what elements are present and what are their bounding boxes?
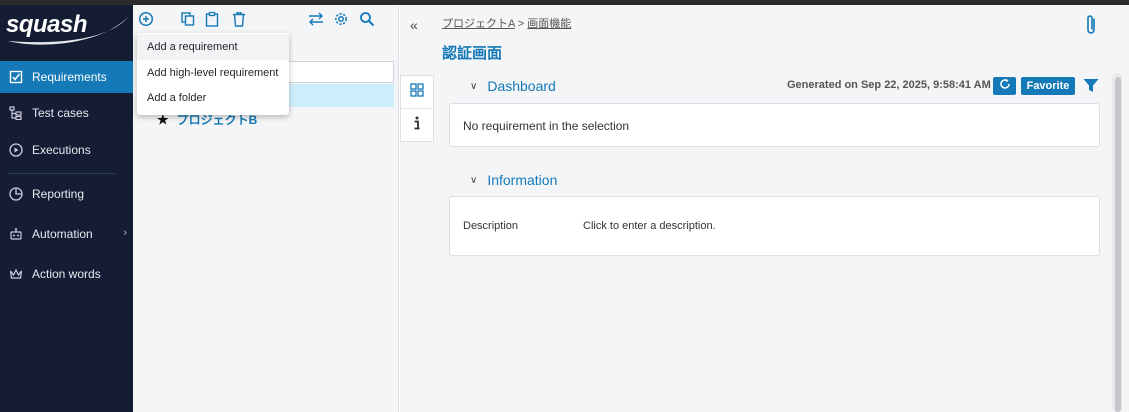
dashboard-title: Dashboard — [487, 78, 556, 94]
view-tabs — [400, 75, 434, 142]
trash-icon[interactable] — [231, 11, 247, 32]
sidebar-item-label: Requirements — [32, 70, 107, 84]
double-chevron-left-icon[interactable]: « — [410, 17, 418, 33]
sidebar-item-label: Reporting — [32, 187, 85, 201]
sidebar-item-label: Executions — [32, 143, 91, 157]
information-title: Information — [487, 172, 558, 188]
refresh-icon — [999, 77, 1011, 95]
breadcrumb-folder[interactable]: 画面機能 — [527, 18, 571, 30]
menu-item-add-high-level-requirement[interactable]: Add high-level requirement — [137, 60, 289, 86]
robot-icon — [0, 227, 32, 241]
sidebar-item-action-words[interactable]: Action words — [0, 258, 133, 290]
dashboard-card: No requirement in the selection — [449, 103, 1100, 147]
page-title: 認証画面 — [442, 45, 503, 62]
settings-icon[interactable] — [333, 11, 349, 32]
empty-selection-message: No requirement in the selection — [463, 119, 630, 133]
sidebar-item-automation[interactable]: Automation › — [0, 218, 133, 250]
scrollbar-thumb[interactable] — [1115, 77, 1121, 412]
sidebar-divider — [8, 173, 116, 174]
main-sidebar: squash Requirements Test cases Execution… — [0, 5, 133, 412]
pie-chart-icon — [0, 187, 32, 201]
sidebar-item-label: Automation — [32, 227, 93, 241]
sidebar-item-requirements[interactable]: Requirements — [0, 61, 133, 93]
paperclip-icon[interactable] — [1085, 13, 1099, 42]
information-card: Description Click to enter a description… — [449, 196, 1100, 256]
tab-information[interactable] — [401, 109, 433, 142]
grid-icon — [410, 82, 424, 102]
sidebar-item-label: Action words — [32, 267, 101, 281]
play-circle-icon — [0, 143, 32, 157]
chevron-down-icon: ∨ — [470, 174, 478, 186]
sidebar-item-reporting[interactable]: Reporting — [0, 178, 133, 210]
add-circle-icon[interactable] — [138, 11, 154, 32]
chevron-down-icon: ∨ — [470, 80, 478, 92]
breadcrumb: プロジェクトA > 画面機能 — [442, 15, 571, 31]
breadcrumb-separator: > — [514, 18, 528, 30]
menu-item-add-requirement[interactable]: Add a requirement — [137, 34, 289, 60]
crown-icon — [0, 267, 32, 281]
refresh-button[interactable] — [993, 77, 1016, 95]
copy-icon[interactable] — [180, 11, 196, 32]
paste-icon[interactable] — [204, 11, 220, 32]
favorite-button[interactable]: Favorite — [1021, 77, 1075, 95]
breadcrumb-project[interactable]: プロジェクトA — [442, 18, 515, 30]
sidebar-item-test-cases[interactable]: Test cases — [0, 97, 133, 129]
checkbox-icon — [0, 70, 32, 84]
tab-dashboard[interactable] — [401, 76, 433, 109]
sidebar-item-executions[interactable]: Executions — [0, 134, 133, 166]
menu-item-add-folder[interactable]: Add a folder — [137, 85, 289, 111]
description-label: Description — [463, 220, 519, 232]
information-section-header[interactable]: ∨ Information — [470, 172, 557, 188]
search-icon[interactable] — [359, 11, 375, 32]
transfer-icon[interactable] — [307, 11, 325, 32]
filter-icon[interactable] — [1083, 78, 1099, 98]
info-icon — [413, 116, 421, 135]
chevron-right-icon: › — [123, 227, 127, 239]
add-menu-dropdown: Add a requirement Add high-level require… — [137, 33, 289, 115]
description-field[interactable]: Click to enter a description. — [583, 220, 716, 232]
requirement-detail-panel: « プロジェクトA > 画面機能 認証画面 ∨ Dashboard Genera… — [400, 5, 1129, 412]
squash-logo[interactable]: squash — [0, 5, 133, 55]
dashboard-section-header[interactable]: ∨ Dashboard — [470, 78, 556, 94]
logo-text: squash — [6, 11, 88, 38]
sidebar-item-label: Test cases — [32, 106, 89, 120]
tree-icon — [0, 106, 32, 120]
generated-timestamp: Generated on Sep 22, 2025, 9:58:41 AM — [787, 79, 991, 91]
